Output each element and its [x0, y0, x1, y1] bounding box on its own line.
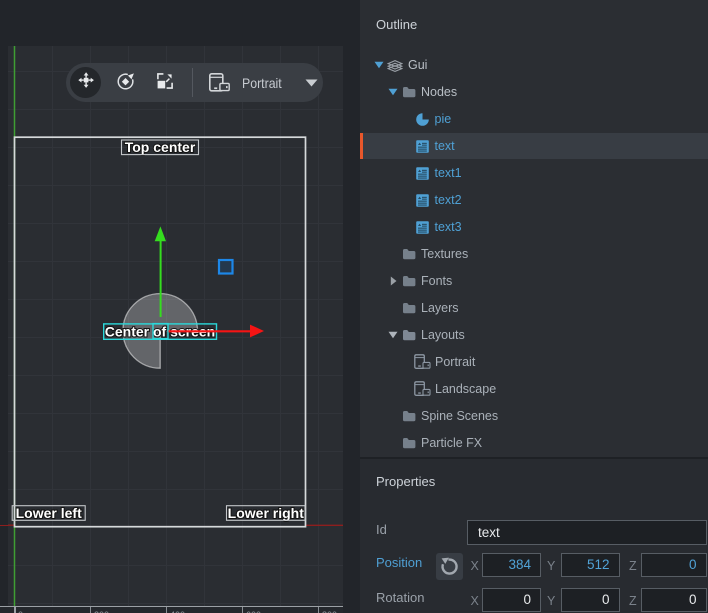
- svg-text:Top center: Top center: [125, 139, 196, 155]
- svg-text:Lower right: Lower right: [228, 505, 305, 521]
- svg-text:Lower left: Lower left: [16, 505, 82, 521]
